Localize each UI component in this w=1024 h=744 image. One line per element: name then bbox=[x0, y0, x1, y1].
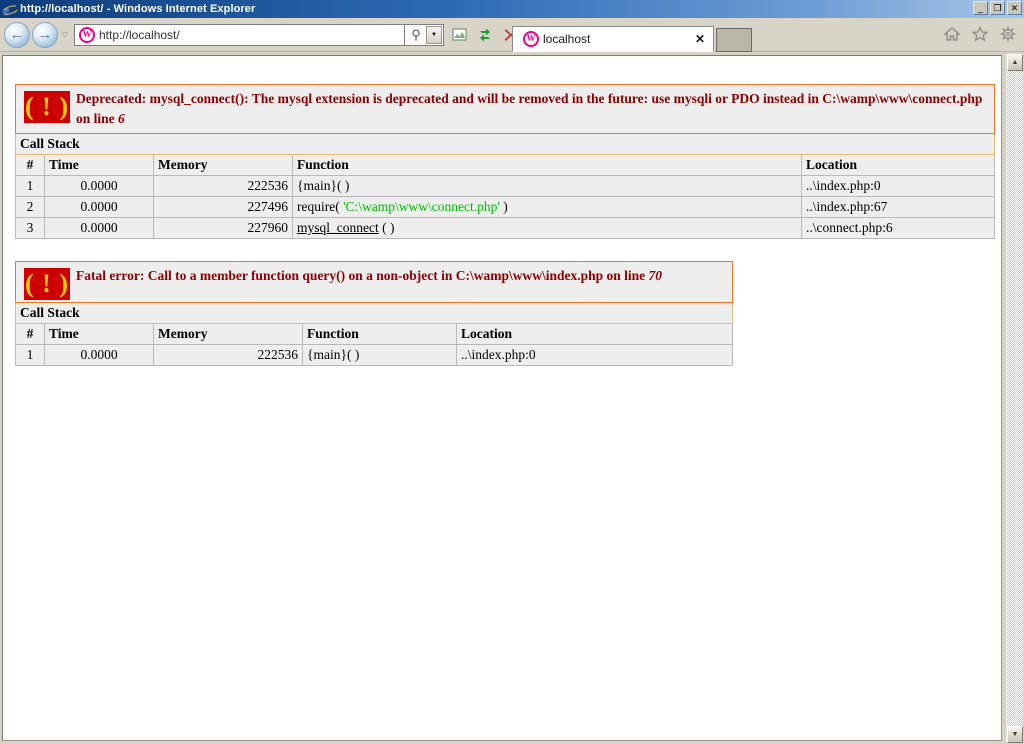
back-button[interactable]: ← bbox=[4, 21, 30, 48]
navigation-toolbar: ← → ▽ http://localhost/ ⚲ ▼ bbox=[0, 18, 1024, 52]
call-stack-label-row: Call Stack bbox=[15, 133, 995, 156]
tab-favicon-icon bbox=[523, 31, 539, 47]
column-header-time: Time bbox=[44, 154, 154, 177]
address-bar[interactable]: http://localhost/ bbox=[74, 23, 404, 46]
new-tab-button[interactable] bbox=[716, 28, 752, 52]
compatibility-view-icon[interactable] bbox=[448, 24, 470, 46]
row-location: ..\connect.php:6 bbox=[801, 217, 995, 240]
function-string-literal: 'C:\wamp\www\connect.php' bbox=[343, 199, 500, 215]
refresh-icon bbox=[480, 28, 490, 41]
window-title: http://localhost/ - Windows Internet Exp… bbox=[20, 3, 256, 15]
xdebug-error-block-fatal: ( ! ) Fatal error: Call to a member func… bbox=[15, 261, 733, 367]
table-row: 3 0.0000 227960 mysql_connect ( ) ..\con… bbox=[15, 217, 995, 240]
row-num: 1 bbox=[15, 175, 45, 198]
forward-button[interactable]: → bbox=[32, 21, 58, 48]
error-header-cell: ( ! ) Fatal error: Call to a member func… bbox=[15, 261, 733, 304]
row-time: 0.0000 bbox=[44, 175, 154, 198]
error-header-cell: ( ! ) Deprecated: mysql_connect(): The m… bbox=[15, 83, 995, 135]
call-stack-header-row: # Time Memory Function Location bbox=[15, 323, 733, 346]
close-button[interactable]: ✕ bbox=[1007, 1, 1022, 15]
error-message-text: Deprecated: mysql_connect(): The mysql e… bbox=[76, 91, 983, 126]
tab-strip: localhost ✕ bbox=[512, 26, 752, 52]
error-header-row: ( ! ) Fatal error: Call to a member func… bbox=[15, 261, 733, 304]
call-stack-label: Call Stack bbox=[15, 302, 733, 325]
row-time: 0.0000 bbox=[44, 196, 154, 219]
minimize-button[interactable]: _ bbox=[973, 1, 988, 15]
column-header-memory: Memory bbox=[153, 323, 303, 346]
column-header-location: Location bbox=[801, 154, 995, 177]
column-header-num: # bbox=[15, 323, 45, 346]
function-doc-link[interactable]: mysql_connect bbox=[297, 220, 379, 235]
row-time: 0.0000 bbox=[44, 344, 154, 367]
row-num: 2 bbox=[15, 196, 45, 219]
xdebug-error-block-deprecated: ( ! ) Deprecated: mysql_connect(): The m… bbox=[15, 83, 995, 240]
wamp-favicon-icon bbox=[79, 26, 95, 43]
error-message-text: Fatal error: Call to a member function q… bbox=[76, 268, 646, 284]
row-location: ..\index.php:0 bbox=[456, 344, 733, 367]
address-dropdown-icon[interactable]: ▼ bbox=[426, 25, 442, 44]
column-header-memory: Memory bbox=[153, 154, 293, 177]
row-memory: 222536 bbox=[153, 175, 293, 198]
vertical-scrollbar[interactable]: ▲ ▼ bbox=[1006, 54, 1023, 743]
address-input[interactable]: http://localhost/ bbox=[99, 28, 180, 42]
scroll-up-button[interactable]: ▲ bbox=[1007, 54, 1023, 71]
column-header-function: Function bbox=[292, 154, 802, 177]
call-stack-label-row: Call Stack bbox=[15, 302, 733, 325]
error-line-number: 6 bbox=[118, 110, 125, 126]
column-header-location: Location bbox=[456, 323, 733, 346]
refresh-button[interactable] bbox=[474, 24, 496, 46]
call-stack-label: Call Stack bbox=[15, 133, 995, 156]
row-function: require( 'C:\wamp\www\connect.php' ) bbox=[292, 196, 802, 219]
row-memory: 227496 bbox=[153, 196, 293, 219]
compatibility-view-glyph bbox=[452, 28, 466, 41]
function-prefix: require( bbox=[297, 199, 344, 215]
call-stack-header-row: # Time Memory Function Location bbox=[15, 154, 995, 177]
function-suffix: ) bbox=[499, 199, 508, 215]
tab-title: localhost bbox=[543, 32, 591, 46]
search-icon[interactable]: ⚲ bbox=[407, 26, 425, 44]
row-function: {main}( ) bbox=[292, 175, 802, 198]
gear-glyph bbox=[1000, 26, 1016, 42]
scroll-down-button[interactable]: ▼ bbox=[1007, 726, 1023, 743]
recent-pages-dropdown-icon[interactable]: ▽ bbox=[58, 31, 72, 39]
column-header-function: Function bbox=[302, 323, 457, 346]
row-function: mysql_connect ( ) bbox=[292, 217, 802, 240]
title-bar: e http://localhost/ - Windows Internet E… bbox=[0, 0, 1024, 19]
row-num: 1 bbox=[15, 344, 45, 367]
web-page-content: ( ! ) Deprecated: mysql_connect(): The m… bbox=[2, 55, 1002, 741]
table-row: 2 0.0000 227496 require( 'C:\wamp\www\co… bbox=[15, 196, 995, 219]
row-time: 0.0000 bbox=[44, 217, 154, 240]
window-controls: _ ❐ ✕ bbox=[973, 1, 1022, 15]
function-suffix: ( ) bbox=[378, 220, 395, 236]
tab-localhost[interactable]: localhost ✕ bbox=[512, 26, 714, 52]
home-glyph bbox=[944, 27, 960, 41]
command-bar bbox=[942, 24, 1018, 44]
row-num: 3 bbox=[15, 217, 45, 240]
row-location: ..\index.php:0 bbox=[801, 175, 995, 198]
ie-logo-icon: e bbox=[1, 2, 20, 19]
tools-gear-icon[interactable] bbox=[998, 24, 1018, 44]
address-bar-controls: ⚲ ▼ bbox=[404, 23, 444, 46]
tab-close-icon[interactable]: ✕ bbox=[693, 32, 707, 46]
row-memory: 227960 bbox=[153, 217, 293, 240]
restore-button[interactable]: ❐ bbox=[990, 1, 1005, 15]
error-header-row: ( ! ) Deprecated: mysql_connect(): The m… bbox=[15, 83, 995, 135]
home-icon[interactable] bbox=[942, 24, 962, 44]
row-function: {main}( ) bbox=[302, 344, 457, 367]
table-row: 1 0.0000 222536 {main}( ) ..\index.php:0 bbox=[15, 175, 995, 198]
star-glyph bbox=[972, 26, 988, 42]
browser-window: e http://localhost/ - Windows Internet E… bbox=[0, 0, 1024, 744]
table-row: 1 0.0000 222536 {main}( ) ..\index.php:0 bbox=[15, 344, 733, 367]
column-header-num: # bbox=[15, 154, 45, 177]
warning-icon: ( ! ) bbox=[24, 91, 70, 123]
column-header-time: Time bbox=[44, 323, 154, 346]
content-frame: ( ! ) Deprecated: mysql_connect(): The m… bbox=[0, 53, 1024, 744]
warning-icon: ( ! ) bbox=[24, 268, 70, 301]
favorites-icon[interactable] bbox=[970, 24, 990, 44]
error-line-number: 70 bbox=[648, 268, 663, 284]
row-location: ..\index.php:67 bbox=[801, 196, 995, 219]
row-memory: 222536 bbox=[153, 344, 303, 367]
